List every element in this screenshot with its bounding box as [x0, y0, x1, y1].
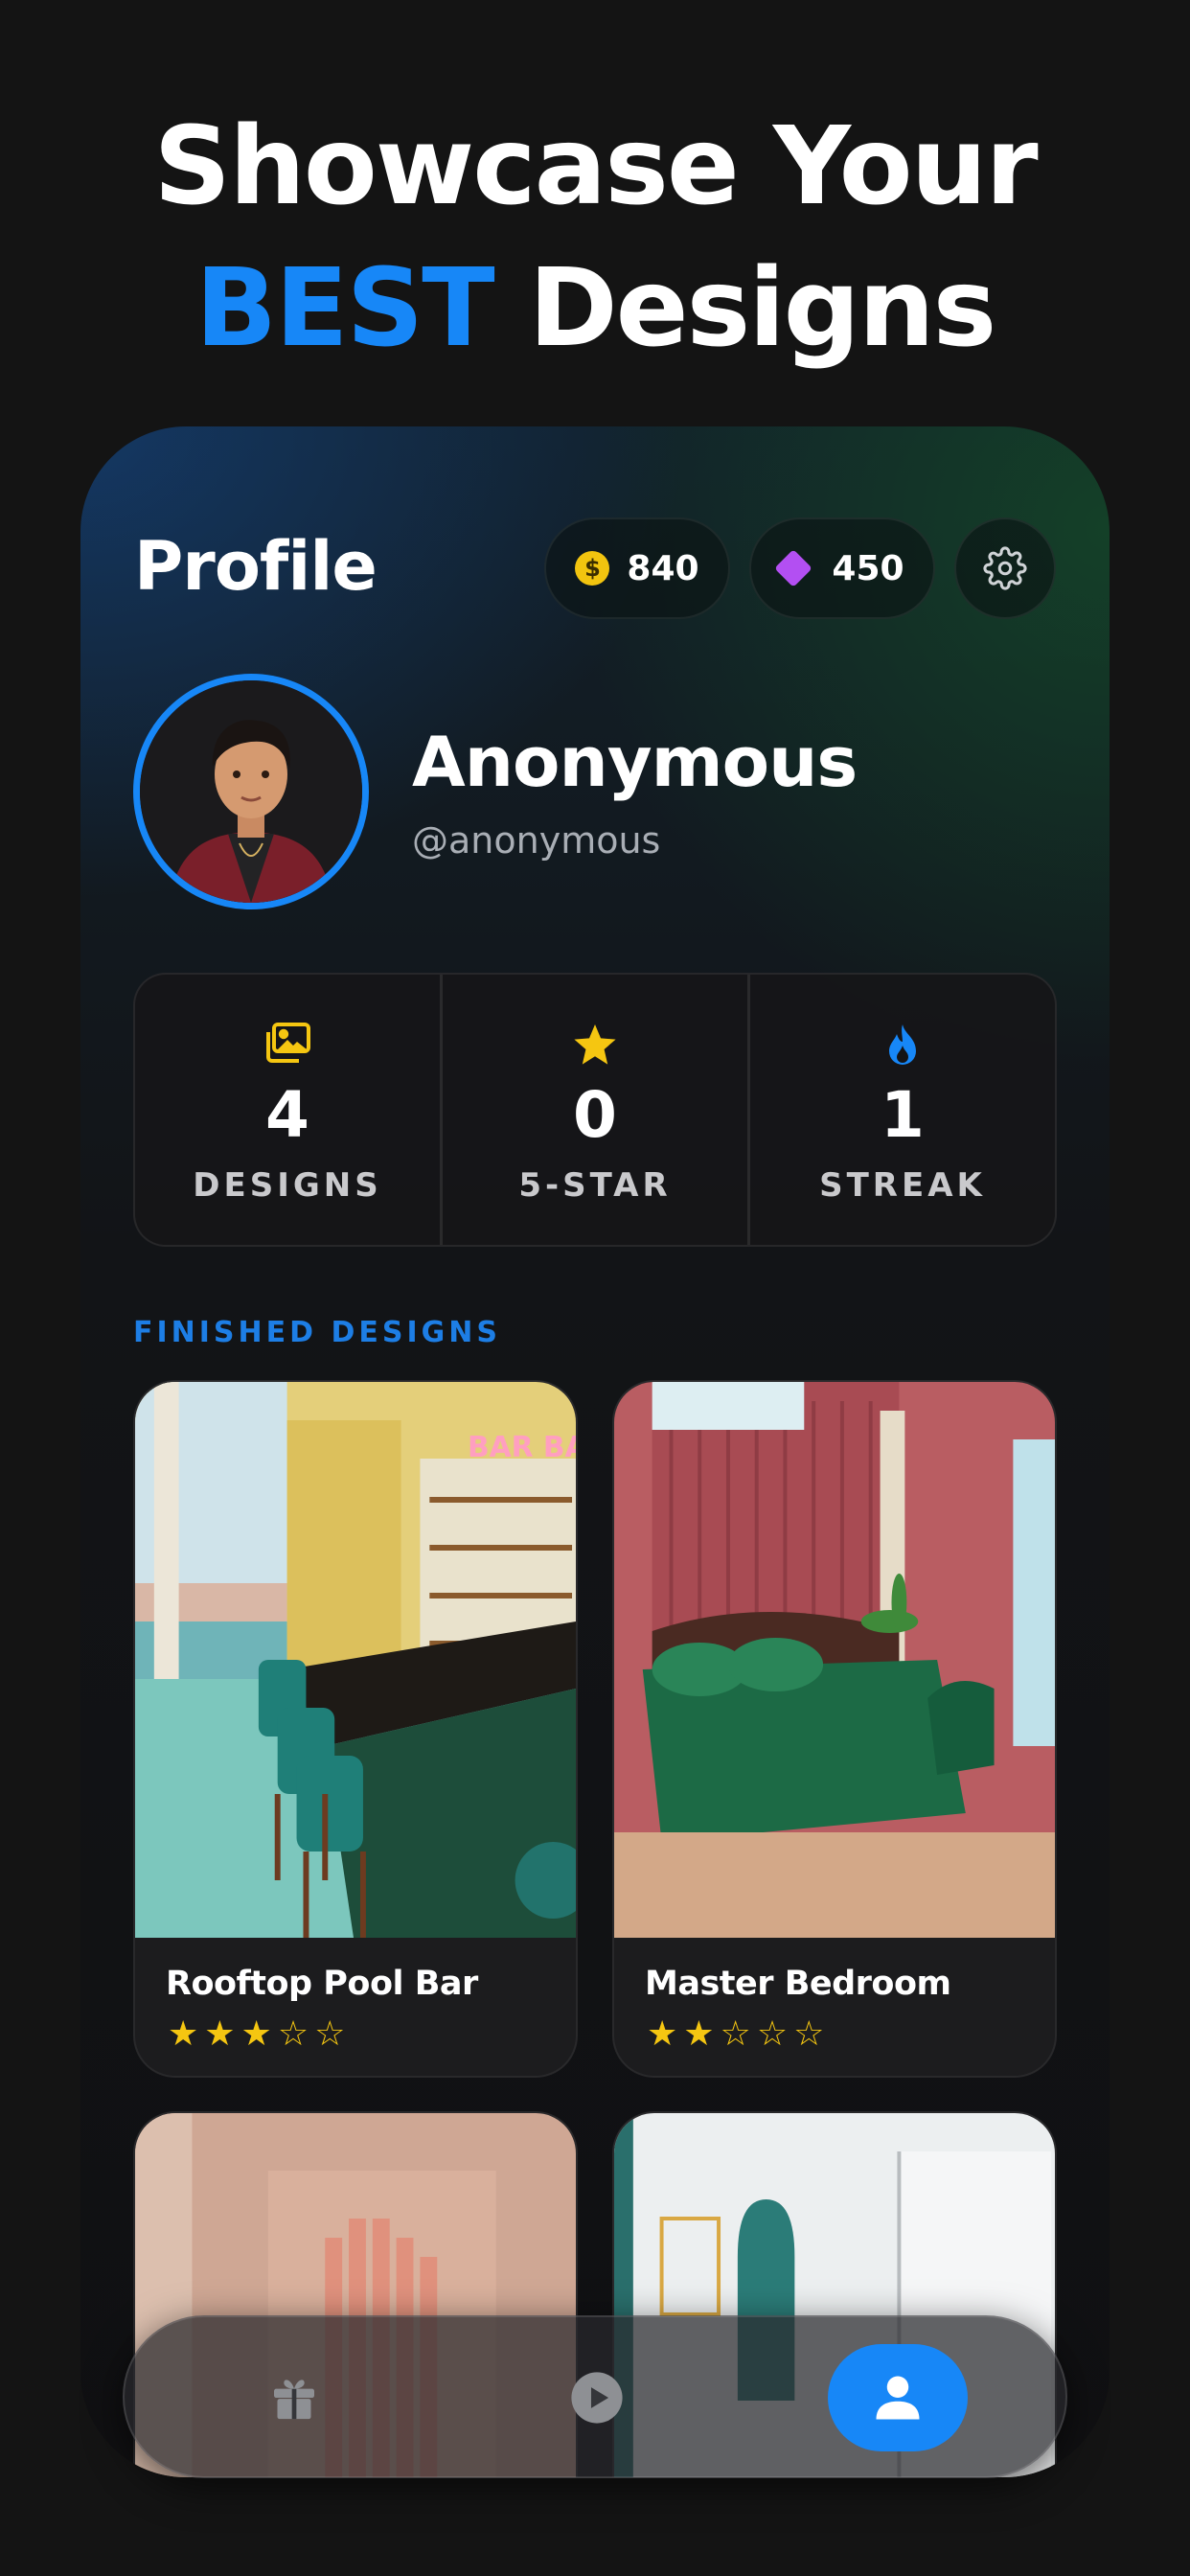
settings-button[interactable] [954, 518, 1056, 619]
user-display-name: Anonymous [412, 722, 858, 802]
stat-designs: 4 DESIGNS [135, 975, 440, 1245]
coin-icon: $ [575, 551, 610, 586]
bottom-tab-bar [123, 2315, 1067, 2478]
star-rating: ★★☆☆☆ [647, 2014, 831, 2054]
stat-label: STREAK [819, 1166, 986, 1205]
design-title: Master Bedroom [645, 1965, 951, 2003]
design-title: Rooftop Pool Bar [166, 1965, 478, 2003]
coins-balance-button[interactable]: $ 840 [544, 518, 730, 619]
images-icon [264, 1023, 310, 1067]
headline-rest: Designs [528, 246, 997, 371]
page-title: Profile [134, 527, 378, 606]
tab-gifts[interactable] [224, 2344, 364, 2451]
avatar[interactable] [133, 674, 369, 909]
person-icon [876, 2376, 920, 2420]
stat-value: 0 [573, 1078, 617, 1152]
stat-label: DESIGNS [193, 1166, 382, 1205]
design-thumbnail: BAR BAR [135, 1382, 576, 1938]
star-rating: ★★★☆☆ [168, 2014, 352, 2054]
avatar-illustration [140, 680, 362, 903]
tab-profile[interactable] [828, 2344, 968, 2451]
gift-icon [274, 2380, 314, 2420]
svg-text:BAR BAR: BAR BAR [468, 1431, 576, 1464]
stats-panel: 4 DESIGNS 0 5-STAR 1 STREAK [133, 973, 1057, 1247]
star-icon [572, 1023, 618, 1070]
stat-value: 4 [265, 1078, 309, 1152]
gem-icon [774, 549, 813, 587]
stat-label: 5-STAR [518, 1166, 672, 1205]
section-title-finished-designs: FINISHED DESIGNS [133, 1316, 501, 1349]
design-card[interactable]: BAR BAR Rooftop Pool Bar ★★★☆☆ [133, 1380, 578, 2078]
stat-streak: 1 STREAK [747, 975, 1055, 1245]
marketing-headline: Showcase Your BEST Designs [0, 96, 1190, 380]
coins-value: 840 [627, 548, 699, 588]
gear-icon [983, 546, 1027, 590]
headline-accent: BEST [195, 246, 495, 371]
flame-icon [883, 1023, 922, 1072]
stat-five-star: 0 5-STAR [440, 975, 747, 1245]
design-thumbnail [614, 1382, 1055, 1938]
tab-play[interactable] [527, 2344, 667, 2451]
headline-line-1: Showcase Your [153, 104, 1038, 229]
play-icon [571, 2372, 623, 2424]
user-handle: @anonymous [412, 819, 661, 862]
gems-value: 450 [832, 548, 904, 588]
gems-balance-button[interactable]: 450 [749, 518, 935, 619]
headline-line-2: BEST Designs [0, 238, 1190, 380]
phone-screen: Profile $ 840 450 Anonymous @anonymous 4… [80, 426, 1110, 2477]
stat-value: 1 [881, 1078, 925, 1152]
design-card[interactable]: Master Bedroom ★★☆☆☆ [612, 1380, 1057, 2078]
